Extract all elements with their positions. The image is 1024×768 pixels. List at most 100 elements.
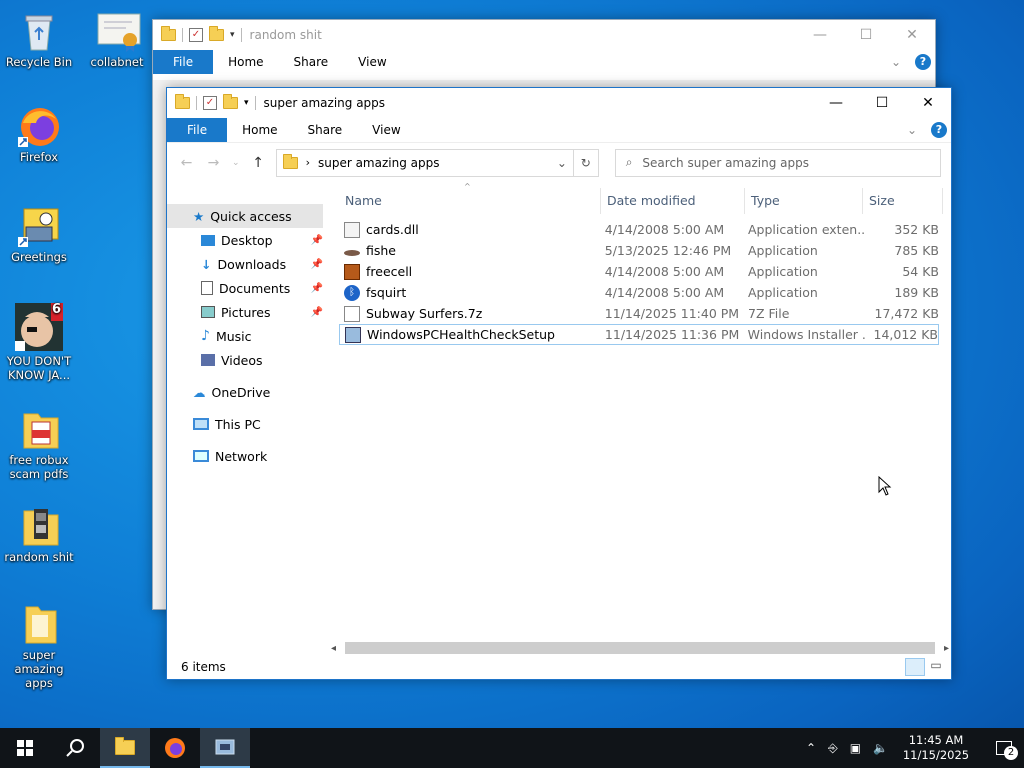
explorer-window[interactable]: ✓ ▾ super amazing apps — ☐ ✕ File Home S… xyxy=(166,87,952,680)
file-row[interactable]: Subway Surfers.7z 11/14/2025 11:40 PM 7Z… xyxy=(339,303,939,324)
volume-muted-icon[interactable]: 🔈 xyxy=(873,741,888,755)
system-tray: ⌃ ⎆ ▣ 🔈 11:45 AM 11/15/2025 2 xyxy=(806,728,1024,768)
separator xyxy=(196,96,197,110)
recent-locations-chevron-icon[interactable]: ⌄ xyxy=(231,158,241,168)
file-name: fsquirt xyxy=(366,285,407,300)
tab-home[interactable]: Home xyxy=(227,118,292,142)
pin-icon[interactable]: 📌 xyxy=(311,259,323,270)
sidebar-item-music[interactable]: ♪ Music xyxy=(167,324,327,348)
desktop-icon-random-shit[interactable]: random shit xyxy=(0,505,78,564)
show-hidden-icons-chevron-icon[interactable]: ⌃ xyxy=(806,741,816,755)
file-row[interactable]: fishe 5/13/2025 12:46 PM Application 785… xyxy=(339,240,939,261)
sidebar-item-network[interactable]: Network xyxy=(167,444,327,468)
pin-icon[interactable]: 📌 xyxy=(311,235,323,246)
breadcrumb[interactable]: super amazing apps xyxy=(318,156,440,170)
taskbar-file-explorer[interactable] xyxy=(100,728,150,768)
pin-icon[interactable]: 📌 xyxy=(311,307,323,318)
file-size: 17,472 KB xyxy=(874,306,939,321)
sidebar-item-pictures[interactable]: Pictures 📌 xyxy=(167,300,327,324)
sidebar-item-label: Music xyxy=(215,328,252,344)
horizontal-scrollbar[interactable]: ◂ ▸ xyxy=(331,640,949,656)
notification-count-badge: 2 xyxy=(1004,746,1018,760)
chevron-down-icon[interactable]: ⌄ xyxy=(891,55,901,69)
desktop-icon-recycle-bin[interactable]: Recycle Bin xyxy=(0,10,78,69)
file-row-selected[interactable]: WindowsPCHealthCheckSetup 11/14/2025 11:… xyxy=(339,324,939,345)
scroll-left-icon[interactable]: ◂ xyxy=(331,643,345,654)
sidebar-item-onedrive[interactable]: ☁ OneDrive xyxy=(167,380,327,404)
breadcrumb-chevron-icon[interactable]: › xyxy=(306,156,310,169)
help-icon[interactable]: ? xyxy=(931,122,947,138)
file-date: 5/13/2025 12:46 PM xyxy=(604,243,732,258)
scroll-right-icon[interactable]: ▸ xyxy=(935,643,949,654)
pin-icon[interactable]: 📌 xyxy=(311,283,323,294)
tab-share[interactable]: Share xyxy=(279,50,344,74)
desktop-icon-super-amazing-apps[interactable]: super amazing apps xyxy=(0,603,78,690)
sidebar-item-videos[interactable]: Videos xyxy=(167,348,327,372)
column-header-type[interactable]: Type xyxy=(745,188,863,214)
minimize-button[interactable]: — xyxy=(813,88,859,118)
sidebar-item-label: Downloads xyxy=(217,256,287,272)
column-header-name[interactable]: Name xyxy=(339,188,601,214)
network-status-icon[interactable]: ▣ xyxy=(850,741,861,755)
maximize-button[interactable]: ☐ xyxy=(843,20,889,50)
notification-center-button[interactable]: 2 xyxy=(984,728,1024,768)
tab-view[interactable]: View xyxy=(357,118,415,142)
desktop-icon-greetings[interactable]: Greetings xyxy=(0,205,78,264)
desktop-icon-ydkja[interactable]: 6 YOU DON'T KNOW JA... xyxy=(0,303,78,383)
clock[interactable]: 11:45 AM 11/15/2025 xyxy=(900,733,972,763)
refresh-icon[interactable]: ↻ xyxy=(573,148,599,177)
desktop-icon-collabnet[interactable]: collabnet xyxy=(78,10,156,69)
taskbar-firefox[interactable] xyxy=(150,728,200,768)
folder-icon xyxy=(282,153,298,169)
tab-view[interactable]: View xyxy=(343,50,401,74)
chevron-down-icon[interactable]: ⌄ xyxy=(907,123,917,137)
new-folder-icon[interactable] xyxy=(209,26,224,41)
tab-share[interactable]: Share xyxy=(293,118,358,142)
column-header-date-modified[interactable]: Date modified xyxy=(601,188,745,214)
scrollbar-thumb[interactable] xyxy=(345,642,935,654)
properties-icon[interactable]: ✓ xyxy=(189,28,203,42)
close-button[interactable]: ✕ xyxy=(889,20,935,50)
minimize-button[interactable]: — xyxy=(797,20,843,50)
file-size: 14,012 KB xyxy=(873,327,938,342)
up-arrow-icon[interactable]: ↑ xyxy=(249,155,268,171)
pc-icon xyxy=(193,418,209,430)
tab-file[interactable]: File xyxy=(167,118,228,142)
back-arrow-icon[interactable]: ← xyxy=(177,155,196,171)
file-name: freecell xyxy=(366,264,413,279)
sidebar-item-quick-access[interactable]: ★ Quick access xyxy=(167,204,323,228)
file-row[interactable]: freecell 4/14/2008 5:00 AM Application 5… xyxy=(339,261,939,282)
column-header-size[interactable]: Size xyxy=(863,188,943,214)
file-row[interactable]: ᛒ fsquirt 4/14/2008 5:00 AM Application … xyxy=(339,282,939,303)
taskbar-installer-app[interactable] xyxy=(200,728,250,768)
sidebar-item-this-pc[interactable]: This PC xyxy=(167,412,327,436)
forward-arrow-icon[interactable]: → xyxy=(204,155,223,171)
tab-home[interactable]: Home xyxy=(213,50,278,74)
close-button[interactable]: ✕ xyxy=(905,88,951,118)
new-folder-icon[interactable] xyxy=(223,94,238,109)
network-icon xyxy=(193,450,209,462)
sidebar-item-downloads[interactable]: ↓ Downloads 📌 xyxy=(167,252,327,276)
chevron-down-icon[interactable]: ▾ xyxy=(230,30,235,40)
file-row[interactable]: cards.dll 4/14/2008 5:00 AM Application … xyxy=(339,219,939,240)
search-button[interactable] xyxy=(50,728,100,768)
large-icons-view-icon[interactable]: ▭ xyxy=(927,658,945,676)
sidebar-item-desktop[interactable]: Desktop 📌 xyxy=(167,228,327,252)
properties-icon[interactable]: ✓ xyxy=(203,96,217,110)
help-icon[interactable]: ? xyxy=(915,54,931,70)
details-view-icon[interactable] xyxy=(905,658,925,676)
sidebar-item-label: Network xyxy=(215,448,268,464)
address-bar[interactable]: › super amazing apps ⌄ xyxy=(275,148,574,177)
sidebar-item-documents[interactable]: Documents 📌 xyxy=(167,276,327,300)
address-dropdown-icon[interactable]: ⌄ xyxy=(557,156,567,170)
chevron-down-icon[interactable]: ▾ xyxy=(244,98,249,108)
meet-now-icon[interactable]: ⎆ xyxy=(828,741,838,756)
maximize-button[interactable]: ☐ xyxy=(859,88,905,118)
desktop-icon-firefox[interactable]: Firefox xyxy=(0,105,78,164)
search-input[interactable]: ⌕ Search super amazing apps xyxy=(614,148,941,177)
bluetooth-icon: ᛒ xyxy=(344,284,360,301)
tab-file[interactable]: File xyxy=(153,50,214,74)
start-button[interactable] xyxy=(0,728,50,768)
desktop-icon-free-robux[interactable]: free robux scam pdfs xyxy=(0,408,78,481)
file-name: WindowsPCHealthCheckSetup xyxy=(367,327,555,342)
